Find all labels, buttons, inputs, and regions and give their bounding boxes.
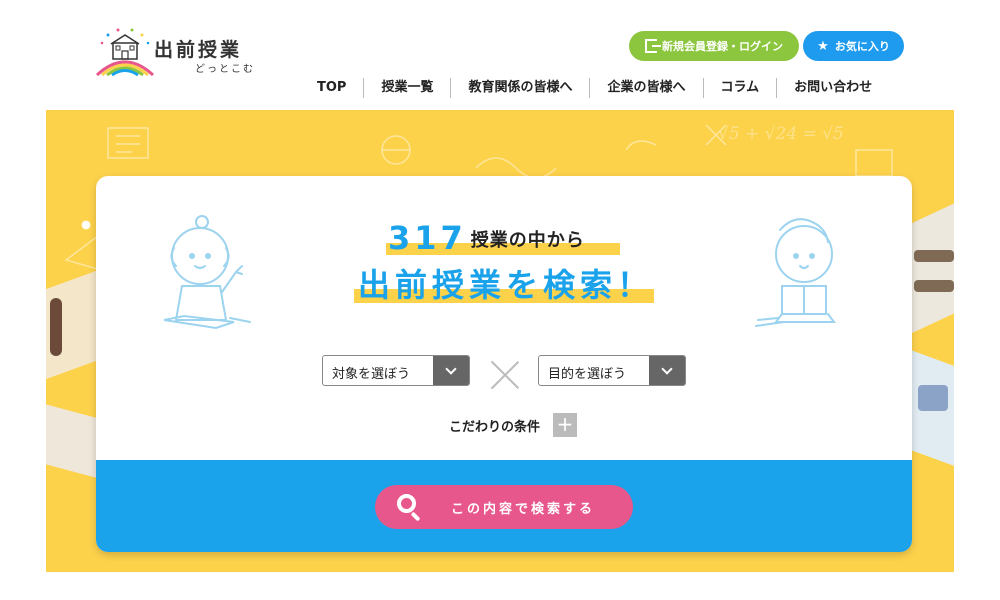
- login-door-icon: [645, 39, 661, 53]
- nav-lessons[interactable]: 授業一覧: [363, 78, 450, 98]
- nav-educators[interactable]: 教育関係の皆様へ: [450, 78, 589, 98]
- site-logo[interactable]: 出前授業 どっとこむ: [94, 27, 264, 77]
- boy-reading-illustration: [755, 218, 836, 327]
- nav-contact[interactable]: お問い合わせ: [776, 78, 889, 98]
- desk-row-illustration-2: [914, 280, 954, 292]
- nav-column[interactable]: コラム: [702, 78, 777, 98]
- logo-title: 出前授業: [154, 39, 243, 61]
- plus-icon[interactable]: +: [553, 413, 577, 437]
- favorites-button[interactable]: ★ お気に入り: [803, 31, 904, 61]
- lesson-count: 317: [388, 219, 467, 257]
- target-select[interactable]: 対象を選ぼう: [322, 355, 470, 386]
- conditions-label: こだわりの条件: [449, 420, 541, 435]
- lesson-count-line: 317 授業の中から: [388, 221, 585, 255]
- logo-subtitle: どっとこむ: [195, 64, 255, 75]
- star-icon: ★: [817, 38, 829, 54]
- desk-row-illustration: [914, 250, 954, 262]
- global-nav: TOP 授業一覧 教育関係の皆様へ 企業の皆様へ コラム お問い合わせ: [305, 76, 889, 100]
- login-button-label: 新規会員登録・ログイン: [662, 40, 783, 53]
- nav-top[interactable]: TOP: [305, 78, 363, 98]
- teacher-figure: [50, 298, 62, 356]
- math-formula-decoration: √5 + √24 = √5: [718, 124, 844, 144]
- search-button-label: この内容で検索する: [451, 502, 596, 517]
- chevron-down-icon: [433, 356, 469, 385]
- purpose-select[interactable]: 目的を選ぼう: [538, 355, 686, 386]
- nav-companies[interactable]: 企業の皆様へ: [589, 78, 702, 98]
- login-button[interactable]: 新規会員登録・ログイン: [629, 31, 799, 61]
- purpose-select-value: 目的を選ぼう: [548, 367, 627, 382]
- search-button[interactable]: この内容で検索する: [375, 485, 633, 529]
- school-rainbow-logo-icon: [95, 28, 155, 77]
- lesson-count-suffix: 授業の中から: [470, 230, 585, 251]
- page-title: 出前授業を検索！: [358, 266, 655, 304]
- search-icon: [397, 494, 423, 522]
- bookshelf-illustration: [918, 385, 948, 411]
- girl-waving-illustration: [163, 215, 251, 330]
- favorites-button-label: お気に入り: [834, 40, 890, 53]
- target-select-value: 対象を選ぼう: [332, 367, 411, 382]
- cross-icon: [491, 361, 519, 389]
- chevron-down-icon: [649, 356, 685, 385]
